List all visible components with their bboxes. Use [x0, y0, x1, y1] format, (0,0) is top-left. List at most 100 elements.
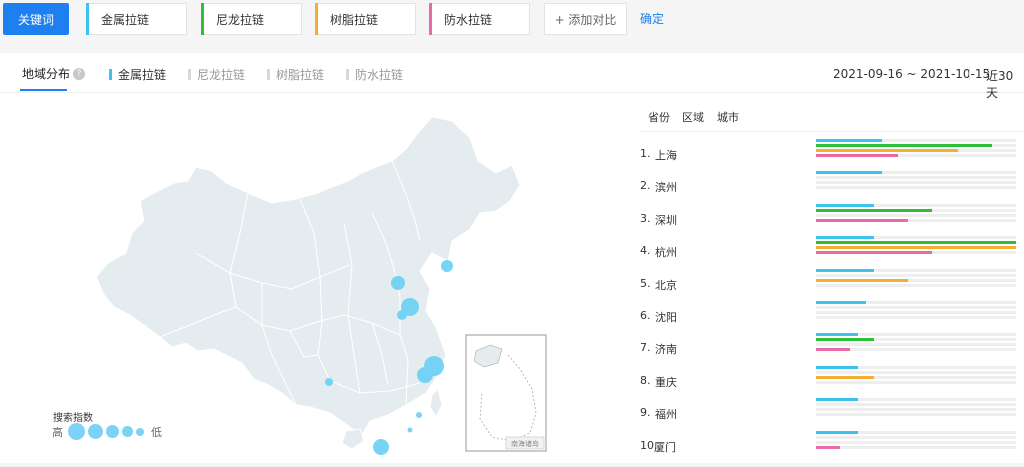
city-bubble-chongqing[interactable]	[325, 378, 333, 386]
rank-bar-track	[816, 333, 1016, 337]
rank-bar-fill	[816, 139, 882, 142]
rank-city-name: 杭州	[655, 246, 677, 260]
series-label: 防水拉链	[355, 68, 404, 82]
tag-color-marker	[315, 3, 318, 35]
rank-bar-fill	[816, 144, 992, 147]
ranking-row[interactable]: 10. 厦门	[640, 429, 1024, 461]
ranking-row[interactable]: 6. 沈阳	[640, 299, 1024, 331]
rank-bar-fill	[816, 251, 932, 255]
inset-label: 南海诸岛	[511, 439, 539, 448]
active-tab-underline	[20, 89, 67, 91]
rank-bar-track	[816, 268, 1016, 272]
rank-bar-track	[816, 413, 1016, 417]
rank-bar-track	[816, 445, 1016, 449]
rank-bar-track	[816, 316, 1016, 319]
map-landmass[interactable]	[95, 116, 521, 436]
rank-bar-track	[816, 241, 1016, 245]
rank-tab-province[interactable]: 省份	[648, 109, 670, 125]
keyword-tag-metal[interactable]: 金属拉链	[86, 3, 187, 35]
rank-city-name: 厦门	[654, 440, 676, 454]
rank-bar-track	[816, 139, 1016, 142]
rank-bar-fill	[816, 333, 858, 337]
period-selector[interactable]: 近30天	[986, 67, 1024, 101]
confirm-link[interactable]: 确定	[640, 10, 664, 27]
ranking-row[interactable]: 3. 深圳	[640, 202, 1024, 234]
city-bubble-hangzhou[interactable]	[417, 367, 433, 383]
keyword-tag-label: 金属拉链	[101, 12, 150, 27]
keyword-tag-waterproof[interactable]: 防水拉链	[429, 3, 530, 35]
series-toggle-nylon[interactable]: 尼龙拉链	[188, 66, 245, 83]
rank-bar-track	[816, 398, 1016, 402]
rank-bar-fill	[816, 398, 858, 402]
legend-dot	[88, 424, 103, 439]
city-bubble-xiamen[interactable]	[407, 427, 413, 433]
tab-region-distribution[interactable]: 地域分布 ?	[22, 65, 86, 82]
series-toggle-resin[interactable]: 树脂拉链	[267, 66, 324, 83]
series-label: 树脂拉链	[276, 68, 325, 82]
keyword-tag-nylon[interactable]: 尼龙拉链	[201, 3, 302, 35]
legend-low-label: 低	[151, 425, 162, 439]
keyword-button[interactable]: 关键词	[3, 3, 69, 35]
legend-dot	[106, 425, 119, 438]
rank-bar-track	[816, 218, 1016, 222]
rank-tab-city[interactable]: 城市	[717, 109, 739, 125]
rank-bar-track	[816, 370, 1016, 374]
ranking-row[interactable]: 5. 北京	[640, 267, 1024, 299]
tab-label: 地域分布	[22, 67, 71, 81]
rank-bar-track	[816, 176, 1016, 180]
rank-bar-track	[816, 403, 1016, 407]
series-marker	[346, 69, 349, 80]
rank-city-name: 福州	[655, 408, 677, 422]
rank-number: 2.	[640, 179, 651, 193]
city-bubble-fuzhou[interactable]	[416, 412, 422, 418]
rank-number: 6.	[640, 309, 651, 322]
keyword-bar: 关键词 金属拉链 尼龙拉链 树脂拉链 防水拉链 + 添加对比 确定	[0, 0, 1024, 48]
series-label: 金属拉链	[118, 68, 167, 82]
rank-bar-track	[816, 430, 1016, 434]
keyword-tag-label: 树脂拉链	[330, 12, 379, 27]
legend-dot	[136, 427, 144, 436]
series-toggle-waterproof[interactable]: 防水拉链	[346, 66, 403, 83]
add-compare-button[interactable]: + 添加对比	[544, 3, 627, 35]
rank-number: 9.	[640, 406, 651, 420]
city-bubble-jinan[interactable]	[397, 310, 407, 320]
rank-bar-fill	[816, 301, 866, 304]
rank-bar-track	[816, 283, 1016, 287]
rank-bar-track	[816, 408, 1016, 412]
rank-bar-track	[816, 251, 1016, 255]
rank-bar-fill	[816, 236, 874, 240]
rank-number: 3.	[640, 211, 651, 225]
ranking-row[interactable]: 9. 福州	[640, 396, 1024, 428]
ranking-row[interactable]: 1. 上海	[640, 137, 1024, 169]
rank-bar-fill	[816, 375, 874, 379]
keyword-tag-resin[interactable]: 树脂拉链	[315, 3, 416, 35]
rank-number: 4.	[640, 244, 651, 258]
help-icon[interactable]: ?	[73, 67, 86, 80]
ranking-row[interactable]: 8. 重庆	[640, 364, 1024, 396]
rank-bar-fill	[816, 203, 874, 207]
rank-bar-fill	[816, 278, 908, 282]
series-marker	[188, 69, 191, 80]
date-range[interactable]: 2021-09-16 ~ 2021-10-15	[833, 67, 990, 81]
ranking-row[interactable]: 4. 杭州	[640, 234, 1024, 266]
rank-bar-fill	[816, 445, 840, 449]
rank-bar-track	[816, 208, 1016, 212]
rank-bar-track	[816, 440, 1016, 444]
rank-bar-fill	[816, 338, 874, 342]
rank-bar-fill	[816, 241, 1016, 245]
south-sea-inset: 南海诸岛	[465, 334, 547, 452]
ranking-row[interactable]: 2. 滨州	[640, 169, 1024, 201]
series-label: 尼龙拉链	[197, 68, 246, 82]
region-panel: 地域分布 ? 金属拉链 尼龙拉链 树脂拉链 防水拉链 2021-09-16 ~ …	[0, 53, 1024, 463]
region-tabs: 地域分布 ? 金属拉链 尼龙拉链 树脂拉链 防水拉链 2021-09-16 ~ …	[0, 53, 1024, 100]
rank-bar-fill	[816, 246, 1016, 250]
city-bubble-shenyang[interactable]	[441, 260, 453, 272]
ranking-row[interactable]: 7. 济南	[640, 331, 1024, 363]
city-bubble-beijing[interactable]	[391, 276, 405, 290]
city-bubble-shenzhen[interactable]	[373, 439, 389, 455]
taiwan-island[interactable]	[429, 388, 443, 419]
series-toggle-metal[interactable]: 金属拉链	[109, 66, 166, 83]
rank-bar-track	[816, 338, 1016, 342]
rank-tab-region[interactable]: 区域	[682, 109, 704, 125]
hainan-island[interactable]	[341, 428, 365, 450]
